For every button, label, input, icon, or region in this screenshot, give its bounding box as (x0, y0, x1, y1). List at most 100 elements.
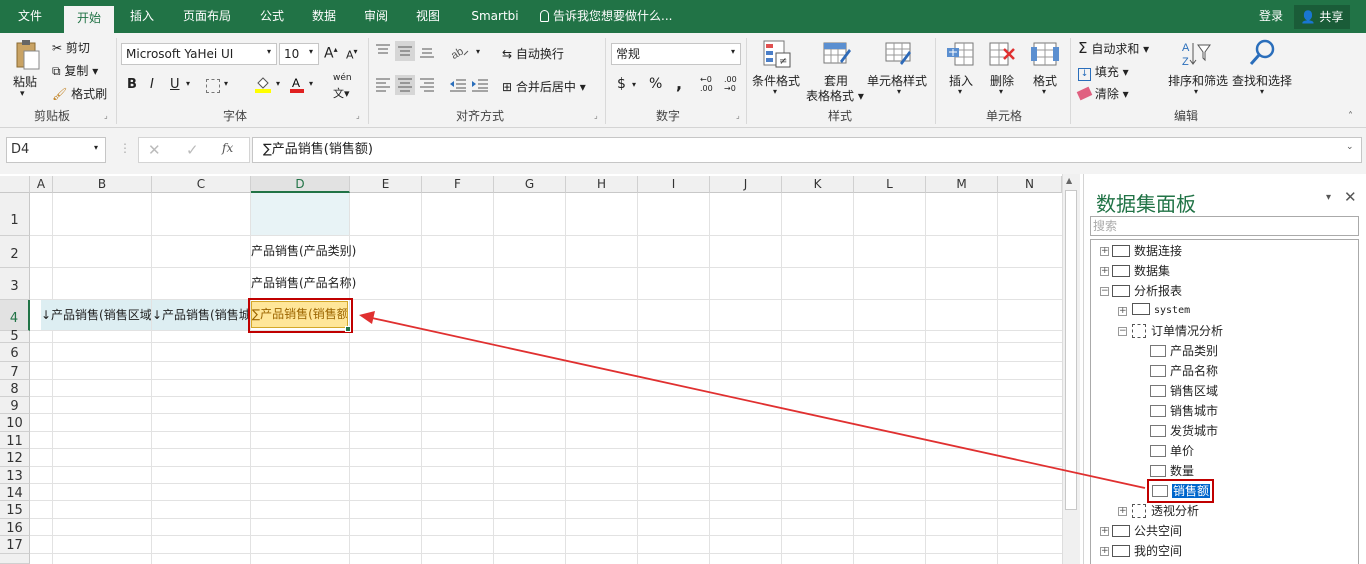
collapse-ribbon-icon[interactable]: ˄ (1348, 111, 1353, 122)
row-header[interactable]: 3 (0, 268, 30, 300)
expand-formula-bar-icon[interactable]: ⌄ (1346, 142, 1354, 152)
italic-button[interactable]: I (150, 77, 154, 92)
format-cells-icon[interactable] (1030, 39, 1060, 69)
tree-item-field[interactable]: 数量 (1150, 461, 1194, 481)
tree-item-field[interactable]: 产品名称 (1150, 361, 1218, 381)
decrease-indent-icon[interactable] (449, 77, 467, 93)
select-all-corner[interactable] (0, 176, 30, 193)
row-header[interactable]: 16 (0, 519, 30, 536)
tree-item-order-analysis[interactable]: 订单情况分析 (1132, 321, 1223, 341)
fill-handle[interactable] (345, 326, 351, 332)
tree-item-sales-amount[interactable]: 销售额 (1147, 479, 1215, 503)
scroll-up-icon[interactable]: ▲ (1066, 176, 1072, 185)
delete-cells-dropdown-icon[interactable]: ▾ (999, 87, 1003, 96)
tree-item-field[interactable]: 单价 (1150, 441, 1194, 461)
column-header[interactable]: M (926, 176, 998, 193)
name-box[interactable]: D4 (6, 137, 106, 163)
row-header[interactable]: 10 (0, 414, 30, 432)
delete-cells-icon[interactable] (988, 39, 1018, 69)
tree-item-my-space[interactable]: 我的空间 (1112, 541, 1182, 561)
row-header[interactable]: 8 (0, 380, 30, 397)
copy-button[interactable]: ⧉ 复制 ▾ (52, 62, 98, 79)
insert-function-button[interactable]: fx (222, 141, 233, 155)
currency-dropdown-icon[interactable]: ▾ (632, 80, 636, 89)
panel-close-icon[interactable]: ✕ (1344, 188, 1357, 206)
column-header[interactable]: L (854, 176, 926, 193)
comma-style-button[interactable]: , (676, 74, 682, 93)
wrap-text-button[interactable]: ⇆ 自动换行 (502, 45, 564, 62)
column-header[interactable]: I (638, 176, 710, 193)
cell-d3[interactable]: 产品销售(产品名称) (251, 268, 391, 299)
format-painter-button[interactable]: 🖌 格式刷 (52, 85, 107, 102)
bold-button[interactable]: B (127, 77, 137, 92)
formula-input[interactable]: ∑产品销售(销售额) (252, 137, 1362, 163)
paste-button[interactable]: 粘贴 (13, 73, 37, 90)
row-header[interactable]: 1 (0, 193, 30, 236)
underline-dropdown-icon[interactable]: ▾ (186, 79, 190, 88)
cell-styles-dropdown-icon[interactable]: ▾ (897, 87, 901, 96)
row-header[interactable]: 13 (0, 467, 30, 484)
insert-cells-icon[interactable] (947, 39, 975, 69)
fill-button[interactable]: ↓ 填充 ▾ (1078, 63, 1129, 81)
column-header[interactable]: G (494, 176, 566, 193)
sort-filter-dropdown-icon[interactable]: ▾ (1194, 87, 1198, 96)
font-color-icon[interactable]: A (289, 75, 305, 93)
tree-item-field[interactable]: 产品类别 (1150, 341, 1218, 361)
cancel-formula-icon[interactable]: ✕ (148, 141, 161, 159)
tree-item-public-space[interactable]: 公共空间 (1112, 521, 1182, 541)
expand-toggle-icon[interactable]: + (1100, 247, 1109, 256)
decrease-decimal-icon[interactable]: .00 →0 (724, 75, 737, 93)
tab-insert[interactable]: 插入 (120, 0, 164, 33)
login-link[interactable]: 登录 (1250, 0, 1292, 33)
conditional-formatting-dropdown-icon[interactable]: ▾ (773, 87, 777, 96)
increase-indent-icon[interactable] (471, 77, 489, 93)
expand-toggle-icon[interactable]: + (1100, 267, 1109, 276)
format-as-table-button[interactable]: 表格格式 ▾ (806, 87, 864, 104)
row-header[interactable]: 12 (0, 449, 30, 467)
alignment-launcher-icon[interactable]: ⌟ (594, 111, 598, 120)
worksheet-grid[interactable]: A B C D E F G H I J K L M N 1 2 3 4 5 6 … (0, 174, 1080, 564)
share-button[interactable]: 👤 共享 (1294, 5, 1350, 29)
percent-button[interactable]: % (649, 76, 662, 92)
find-select-dropdown-icon[interactable]: ▾ (1260, 87, 1264, 96)
tree-item-system[interactable]: system (1132, 301, 1190, 321)
row-header[interactable]: 17 (0, 536, 30, 554)
tree-item-datasets[interactable]: 数据集 (1112, 261, 1170, 281)
align-top-icon[interactable] (375, 43, 391, 59)
find-select-icon[interactable] (1248, 38, 1278, 68)
number-launcher-icon[interactable]: ⌟ (736, 111, 740, 120)
scrollbar-thumb[interactable] (1065, 190, 1077, 510)
column-header[interactable]: E (350, 176, 422, 193)
tab-review[interactable]: 审阅 (354, 0, 398, 33)
tab-view[interactable]: 视图 (406, 0, 450, 33)
borders-dropdown-icon[interactable]: ▾ (224, 79, 228, 88)
expand-toggle-icon[interactable]: + (1118, 507, 1127, 516)
format-as-table-icon[interactable] (822, 39, 852, 69)
row-header[interactable]: 6 (0, 343, 30, 362)
format-cells-dropdown-icon[interactable]: ▾ (1042, 87, 1046, 96)
cell-b4[interactable]: ↓产品销售(销售区域) (41, 300, 151, 330)
column-header[interactable]: F (422, 176, 494, 193)
row-header[interactable]: 14 (0, 484, 30, 501)
tree-item-field[interactable]: 销售区域 (1150, 381, 1218, 401)
row-header[interactable]: 2 (0, 236, 30, 268)
column-header[interactable]: J (710, 176, 782, 193)
collapse-toggle-icon[interactable]: − (1118, 327, 1127, 336)
cell-d4[interactable]: ∑产品销售(销售额) (251, 301, 348, 328)
row-header[interactable]: 7 (0, 362, 30, 380)
cell-d1[interactable] (251, 193, 349, 235)
row-header[interactable]: 9 (0, 397, 30, 414)
column-header-selected[interactable]: D (251, 176, 350, 193)
tree-item-data-connection[interactable]: 数据连接 (1112, 241, 1182, 261)
tree-item-field[interactable]: 销售城市 (1150, 401, 1218, 421)
tree-item-analysis-reports[interactable]: 分析报表 (1112, 281, 1182, 301)
clipboard-launcher-icon[interactable]: ⌟ (104, 111, 108, 120)
cell-styles-icon[interactable] (884, 39, 914, 69)
font-launcher-icon[interactable]: ⌟ (356, 111, 360, 120)
align-right-icon[interactable] (419, 77, 435, 93)
tree-item-pivot-analysis[interactable]: 透视分析 (1132, 501, 1199, 521)
column-header[interactable]: N (998, 176, 1062, 193)
tab-page-layout[interactable]: 页面布局 (170, 0, 244, 33)
tell-me-box[interactable]: 告诉我您想要做什么... (540, 0, 690, 33)
row-header[interactable] (0, 554, 30, 564)
